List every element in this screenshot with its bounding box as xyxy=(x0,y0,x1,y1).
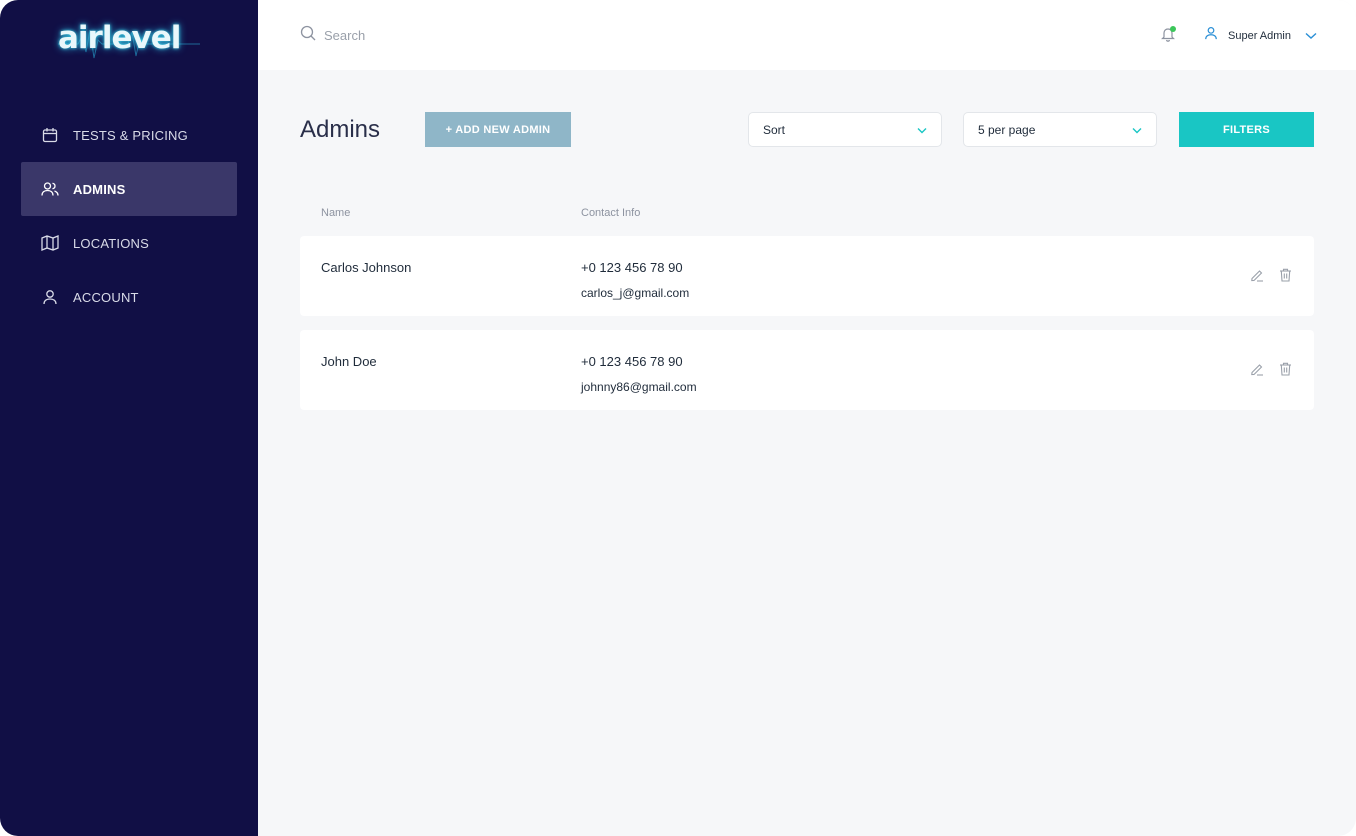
sidebar-item-label: ADMINS xyxy=(73,181,126,197)
column-header-name: Name xyxy=(321,207,351,219)
admin-email: carlos_j@gmail.com xyxy=(581,286,690,300)
admin-name: Carlos Johnson xyxy=(321,260,412,275)
calendar-icon xyxy=(41,126,59,144)
sort-select[interactable]: Sort xyxy=(748,112,942,147)
table-row: Carlos Johnson +0 123 456 78 90 carlos_j… xyxy=(300,236,1314,316)
per-page-select-value: 5 per page xyxy=(978,122,1036,137)
admin-name: John Doe xyxy=(321,354,377,369)
trash-icon[interactable] xyxy=(1279,268,1292,282)
user-icon xyxy=(1204,26,1218,45)
admin-phone: +0 123 456 78 90 xyxy=(581,260,683,275)
per-page-select[interactable]: 5 per page xyxy=(963,112,1157,147)
sidebar-item-tests-pricing[interactable]: TESTS & PRICING xyxy=(21,108,237,162)
sidebar-item-label: TESTS & PRICING xyxy=(73,127,188,143)
logo[interactable]: airlevel xyxy=(58,18,200,64)
logo-text: airlevel xyxy=(58,20,181,56)
add-new-admin-button[interactable]: + ADD NEW ADMIN xyxy=(425,112,571,147)
map-icon xyxy=(41,234,59,252)
chevron-down-icon xyxy=(1132,123,1142,137)
search-icon[interactable] xyxy=(300,25,316,46)
sidebar-item-label: ACCOUNT xyxy=(73,289,139,305)
edit-icon[interactable] xyxy=(1250,268,1264,282)
admin-phone: +0 123 456 78 90 xyxy=(581,354,683,369)
app-frame: airlevel TESTS & PRICING ADMINS LOCATION… xyxy=(0,0,1356,836)
sidebar-item-label: LOCATIONS xyxy=(73,235,149,251)
trash-icon[interactable] xyxy=(1279,362,1292,376)
sidebar: airlevel TESTS & PRICING ADMINS LOCATION… xyxy=(0,0,258,836)
user-name: Super Admin xyxy=(1228,29,1291,42)
sort-select-value: Sort xyxy=(763,122,786,137)
notification-dot xyxy=(1170,26,1176,32)
user-menu[interactable]: Super Admin xyxy=(1204,26,1317,45)
chevron-down-icon xyxy=(917,123,927,137)
search-box xyxy=(300,25,544,46)
users-icon xyxy=(41,180,59,198)
sidebar-item-locations[interactable]: LOCATIONS xyxy=(21,216,237,270)
admin-email: johnny86@gmail.com xyxy=(581,380,697,394)
sidebar-item-admins[interactable]: ADMINS xyxy=(21,162,237,216)
filters-button[interactable]: FILTERS xyxy=(1179,112,1314,147)
top-bar: Super Admin xyxy=(258,0,1356,70)
sidebar-item-account[interactable]: ACCOUNT xyxy=(21,270,237,324)
sidebar-nav: TESTS & PRICING ADMINS LOCATIONS ACCOUNT xyxy=(21,108,237,324)
search-input[interactable] xyxy=(324,28,544,43)
user-icon xyxy=(41,288,59,306)
edit-icon[interactable] xyxy=(1250,362,1264,376)
chevron-down-icon xyxy=(1305,27,1317,45)
table-row: John Doe +0 123 456 78 90 johnny86@gmail… xyxy=(300,330,1314,410)
column-header-contact-info: Contact Info xyxy=(581,207,641,219)
page-title: Admins xyxy=(300,116,381,143)
